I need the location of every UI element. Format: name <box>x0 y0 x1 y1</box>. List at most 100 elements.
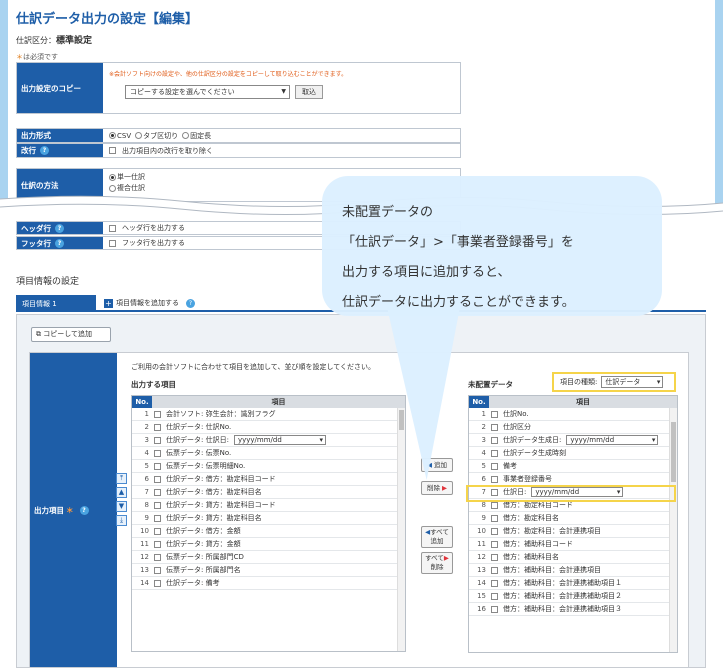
copy-settings-select[interactable]: コピーする設定を選んでください ▼ <box>125 85 290 99</box>
date-format-select[interactable]: yyyy/mm/dd <box>233 435 326 445</box>
table-row[interactable]: 2 仕訳データ: 仕訳No. <box>132 421 405 434</box>
table-row[interactable]: 13 伝票データ: 所属部門名 <box>132 564 405 577</box>
move-bottom-button[interactable]: ⤓ <box>116 515 127 526</box>
table-row[interactable]: 13 借方：補助科目：会計連携項目 <box>469 564 677 577</box>
checkbox-icon[interactable] <box>154 566 161 574</box>
row-item: 備考 <box>489 461 677 471</box>
checkbox-icon[interactable] <box>491 527 498 535</box>
table-row[interactable]: 11 借方：補助科目コード <box>469 538 677 551</box>
checkbox-icon[interactable] <box>491 579 498 587</box>
table-row[interactable]: 15 借方：補助科目：会計連携補助項目２ <box>469 590 677 603</box>
row-item: 借方：補助科目：会計連携補助項目１ <box>489 578 677 588</box>
table-row[interactable]: 8 仕訳データ: 貸方：勘定科目コード <box>132 499 405 512</box>
checkbox-icon[interactable] <box>491 501 498 509</box>
add-item-info-link[interactable]: + 項目情報を追加する? <box>104 298 195 308</box>
checkbox-icon[interactable] <box>491 540 498 548</box>
table-row[interactable]: 5 伝票データ: 伝票明細No. <box>132 460 405 473</box>
table-row[interactable]: 11 仕訳データ: 貸方：金額 <box>132 538 405 551</box>
table-row[interactable]: 4 仕訳データ生成時刻 <box>469 447 677 460</box>
row-number: 15 <box>477 592 486 600</box>
row-item: 仕訳データ: 借方：勘定科目名 <box>152 487 405 497</box>
checkbox-icon[interactable] <box>154 423 161 431</box>
checkbox-icon[interactable] <box>154 553 161 561</box>
row-number: 9 <box>481 514 486 522</box>
checkbox-icon[interactable] <box>491 592 498 600</box>
scroll-thumb[interactable] <box>671 422 676 482</box>
row-item: 伝票データ: 所属部門CD <box>152 552 405 562</box>
format-csv-radio[interactable]: CSV <box>109 132 131 140</box>
table-row[interactable]: 1 会計ソフト: 弥生会計：識別フラグ <box>132 408 405 421</box>
row-item-text: 借方：補助科目：会計連携項目 <box>503 566 601 574</box>
table-row[interactable]: 5 備考 <box>469 460 677 473</box>
format-fixed-radio[interactable]: 固定長 <box>182 131 211 141</box>
row-item-text: 借方：補助科目名 <box>503 553 559 561</box>
item-kind-select[interactable]: 仕訳データ <box>601 376 664 388</box>
output-items-scrollbar[interactable] <box>397 408 405 651</box>
checkbox-icon[interactable] <box>154 540 161 548</box>
checkbox-icon[interactable] <box>491 605 498 613</box>
checkbox-icon[interactable] <box>491 436 498 444</box>
table-row[interactable]: 1 仕訳No. <box>469 408 677 421</box>
add-all-button[interactable]: ◀すべて 追加 <box>421 526 453 548</box>
checkbox-icon[interactable] <box>491 553 498 561</box>
format-tab-radio[interactable]: タブ区切り <box>135 131 178 141</box>
checkbox-icon[interactable] <box>154 527 161 535</box>
checkbox-icon[interactable] <box>154 436 161 444</box>
table-row[interactable]: 2 仕訳区分 <box>469 421 677 434</box>
help-icon[interactable]: ? <box>55 238 64 248</box>
table-row[interactable]: 12 伝票データ: 所属部門CD <box>132 551 405 564</box>
table-row[interactable]: 10 借方：勘定科目：会計連携項目 <box>469 525 677 538</box>
move-down-button[interactable]: ▼ <box>116 501 127 512</box>
table-row[interactable]: 3 仕訳データ: 仕訳日: yyyy/mm/dd <box>132 434 405 447</box>
row-item-text: 仕訳データ: 貸方：勘定科目名 <box>166 514 262 522</box>
method-single-radio[interactable]: 単一仕訳 <box>109 172 145 182</box>
tab-item-info-1[interactable]: 項目情報 1 <box>16 295 96 312</box>
date-format-select[interactable]: yyyy/mm/dd <box>566 435 659 445</box>
table-row[interactable]: 10 仕訳データ: 借方：金額 <box>132 525 405 538</box>
checkbox-icon[interactable] <box>154 488 161 496</box>
checkbox-icon[interactable] <box>154 501 161 509</box>
move-top-button[interactable]: ⤒ <box>116 473 127 484</box>
table-row[interactable]: 14 仕訳データ: 備考 <box>132 577 405 590</box>
checkbox-icon[interactable] <box>491 410 498 418</box>
checkbox-icon[interactable] <box>491 566 498 574</box>
checkbox-icon[interactable] <box>491 423 498 431</box>
row-item: 仕訳No. <box>489 409 677 419</box>
checkbox-icon[interactable] <box>154 410 161 418</box>
checkbox-icon[interactable] <box>491 475 498 483</box>
checkbox-icon[interactable] <box>154 475 161 483</box>
checkbox-icon[interactable] <box>154 514 161 522</box>
move-up-button[interactable]: ▲ <box>116 487 127 498</box>
checkbox-icon[interactable] <box>491 462 498 470</box>
table-row[interactable]: 16 借方：補助科目：会計連携補助項目３ <box>469 603 677 616</box>
table-row[interactable]: 6 仕訳データ: 借方：勘定科目コード <box>132 473 405 486</box>
row-item: 仕訳データ: 借方：勘定科目コード <box>152 474 405 484</box>
help-icon[interactable]: ? <box>40 146 49 155</box>
table-row[interactable]: 4 伝票データ: 伝票No. <box>132 447 405 460</box>
table-row[interactable]: 3 仕訳データ生成日: yyyy/mm/dd <box>469 434 677 447</box>
checkbox-icon[interactable] <box>154 449 161 457</box>
method-compound-radio[interactable]: 複合仕訳 <box>109 183 145 193</box>
unplaced-data-scrollbar[interactable] <box>669 408 677 652</box>
remove-button[interactable]: 削除 ▶ <box>421 481 453 495</box>
row-number: 13 <box>140 566 149 574</box>
table-row[interactable]: 14 借方：補助科目：会計連携補助項目１ <box>469 577 677 590</box>
help-icon[interactable]: ? <box>79 505 89 515</box>
help-icon[interactable]: ? <box>55 223 64 233</box>
table-row[interactable]: 12 借方：補助科目名 <box>469 551 677 564</box>
output-format-options: CSV タブ区切り 固定長 <box>107 129 460 142</box>
checkbox-icon[interactable] <box>491 514 498 522</box>
copy-add-button[interactable]: ⧉ コピーして追加 <box>31 327 111 342</box>
col-item: 項目 <box>271 398 286 406</box>
checkbox-icon[interactable] <box>154 579 161 587</box>
checkbox-icon[interactable] <box>491 449 498 457</box>
linebreak-checkbox[interactable]: 出力項目内の改行を取り除く <box>107 144 460 157</box>
table-row[interactable]: 9 仕訳データ: 貸方：勘定科目名 <box>132 512 405 525</box>
import-button[interactable]: 取込 <box>295 85 323 99</box>
table-row[interactable]: 9 借方：勘定科目名 <box>469 512 677 525</box>
help-icon[interactable]: ? <box>186 298 195 308</box>
remove-all-button[interactable]: すべて▶ 削除 <box>421 552 453 574</box>
checkbox-icon[interactable] <box>154 462 161 470</box>
table-header: No. 項目 <box>469 396 677 408</box>
table-row[interactable]: 7 仕訳データ: 借方：勘定科目名 <box>132 486 405 499</box>
